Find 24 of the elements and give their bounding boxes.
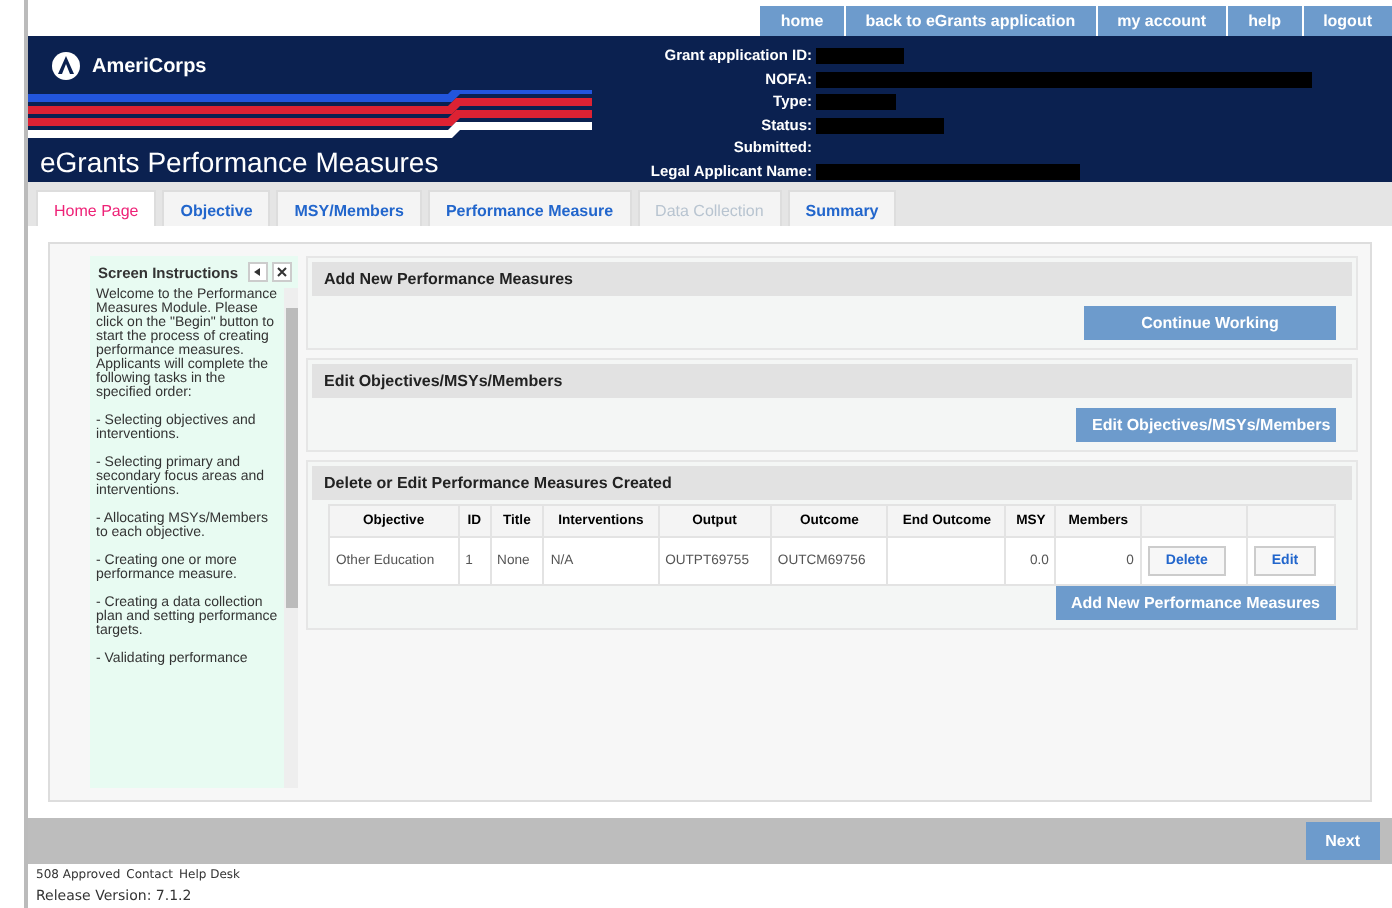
nav-link[interactable]: back to eGrants application: [843, 6, 1096, 37]
nav-link[interactable]: my account: [1095, 6, 1227, 37]
logo-icon: [52, 52, 80, 81]
tab[interactable]: Performance Measure: [427, 190, 632, 227]
collapse-icon[interactable]: [248, 262, 268, 283]
tab[interactable]: Summary: [787, 190, 897, 227]
action-button[interactable]: Edit Objectives/MSYs/Members: [1076, 408, 1336, 443]
nav-link[interactable]: logout: [1301, 6, 1392, 37]
add-button[interactable]: Add New Performance Measures: [1055, 586, 1336, 621]
scrollbar[interactable]: [284, 288, 298, 789]
section-title: Delete or Edit Performance Measures Created: [312, 466, 1352, 501]
tab[interactable]: Objective: [162, 190, 271, 227]
close-icon[interactable]: [272, 262, 292, 283]
nav-link[interactable]: help: [1226, 6, 1302, 37]
nav-link[interactable]: home: [758, 6, 844, 37]
section-title: Add New Performance Measures: [312, 262, 1352, 297]
app-title: eGrants Performance Measures: [38, 146, 441, 179]
tab[interactable]: Home Page: [36, 190, 157, 227]
table-cell: [887, 537, 1006, 586]
action-button[interactable]: Continue Working: [1084, 306, 1336, 341]
tab[interactable]: MSY/Members: [276, 190, 422, 227]
brand-name: AmeriCorps: [92, 55, 207, 78]
next-button[interactable]: Next: [1305, 822, 1380, 861]
section-title: Edit Objectives/MSYs/Members: [312, 364, 1352, 399]
